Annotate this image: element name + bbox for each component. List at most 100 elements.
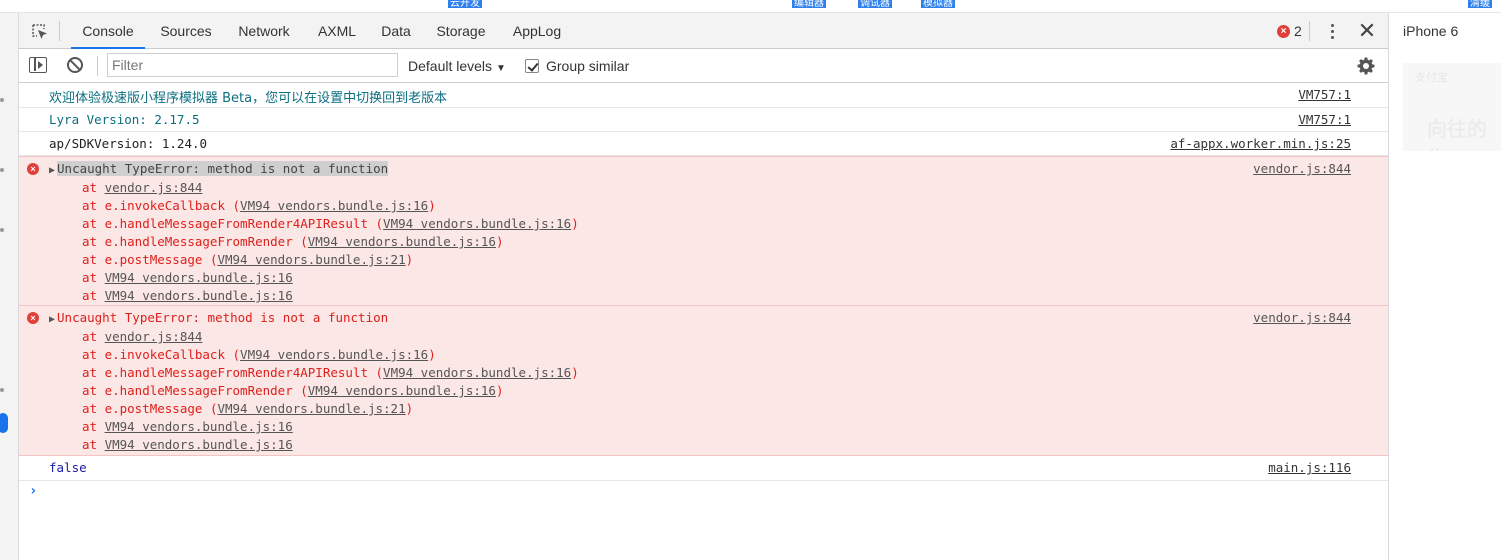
close-icon[interactable]: ✕ xyxy=(1355,19,1379,43)
devtools-tab-bar: Console Sources Network AXML Data Storag… xyxy=(19,13,1388,49)
group-similar-label: Group similar xyxy=(546,58,630,74)
tab-sources[interactable]: Sources xyxy=(155,13,217,49)
gutter-dot xyxy=(0,168,4,172)
stack-line: at e.handleMessageFromRender (VM94 vendo… xyxy=(82,234,504,249)
stack-line: at e.invokeCallback (VM94 vendors.bundle… xyxy=(82,347,436,362)
device-selector[interactable]: iPhone 6 xyxy=(1403,23,1458,39)
preview-title-text: 向往的生 xyxy=(1427,119,1487,151)
devtools-panel: Console Sources Network AXML Data Storag… xyxy=(19,13,1388,560)
gutter-dot xyxy=(0,388,4,392)
log-source-link[interactable]: VM757:1 xyxy=(1298,112,1351,127)
stack-link[interactable]: VM94 vendors.bundle.js:16 xyxy=(105,288,293,303)
log-source-link[interactable]: af-appx.worker.min.js:25 xyxy=(1170,136,1351,151)
error-message: Uncaught TypeError: method is not a func… xyxy=(57,161,389,176)
error-count: 2 xyxy=(1294,23,1302,39)
error-source-link[interactable]: vendor.js:844 xyxy=(1253,161,1351,176)
stack-link[interactable]: VM94 vendors.bundle.js:16 xyxy=(105,437,293,452)
tab-separator xyxy=(1309,21,1310,41)
error-row: × ▶ Uncaught TypeError: method is not a f… xyxy=(19,156,1388,306)
console-toolbar: Default levels▼ Group similar xyxy=(19,49,1388,83)
console-prompt-row[interactable]: › xyxy=(19,481,1388,541)
error-header[interactable]: ▶ Uncaught TypeError: method is not a fun… xyxy=(49,310,388,325)
log-message: 欢迎体验极速版小程序模拟器 Beta，您可以在设置中切换回到老版本 xyxy=(49,91,448,106)
top-tag-debugger[interactable]: 调试器 xyxy=(858,0,892,8)
error-circle-icon: × xyxy=(27,312,39,324)
prompt-chevron-icon: › xyxy=(29,483,38,499)
stack-line: at VM94 vendors.bundle.js:16 xyxy=(82,270,293,285)
top-tag-simulator[interactable]: 模拟器 xyxy=(921,0,955,8)
kebab-menu-icon[interactable] xyxy=(1324,21,1340,41)
stack-link[interactable]: VM94 vendors.bundle.js:21 xyxy=(217,401,405,416)
clear-console-icon[interactable] xyxy=(67,57,83,73)
error-header[interactable]: ▶ Uncaught TypeError: method is not a fun… xyxy=(49,161,389,176)
top-tag-editor[interactable]: 编辑器 xyxy=(792,0,826,8)
error-circle-icon: × xyxy=(27,163,39,175)
stack-line: at e.handleMessageFromRender (VM94 vendo… xyxy=(82,383,504,398)
expand-triangle-icon[interactable]: ▶ xyxy=(49,314,55,325)
simulator-pane: iPhone 6 支付宝 向往的生 xyxy=(1388,13,1501,560)
stack-link[interactable]: VM94 vendors.bundle.js:16 xyxy=(308,383,496,398)
top-strip: 云开发 编辑器 调试器 模拟器 清缓 xyxy=(0,0,1501,13)
console-output: 欢迎体验极速版小程序模拟器 Beta，您可以在设置中切换回到老版本 VM757:… xyxy=(19,83,1388,560)
stack-line: at e.postMessage (VM94 vendors.bundle.js… xyxy=(82,252,414,267)
stack-line: at e.handleMessageFromRender4APIResult (… xyxy=(82,216,579,231)
stack-link[interactable]: vendor.js:844 xyxy=(105,180,203,195)
tab-storage[interactable]: Storage xyxy=(431,13,491,49)
top-tag-cloud[interactable]: 云开发 xyxy=(448,0,482,8)
caret-down-icon: ▼ xyxy=(496,63,506,74)
stack-link[interactable]: VM94 vendors.bundle.js:16 xyxy=(383,216,571,231)
gutter-dot xyxy=(0,98,4,102)
tab-console[interactable]: Console xyxy=(71,13,145,49)
error-source-link[interactable]: vendor.js:844 xyxy=(1253,310,1351,325)
left-gutter xyxy=(0,13,19,560)
error-counter[interactable]: × 2 xyxy=(1277,22,1302,40)
error-message: Uncaught TypeError: method is not a func… xyxy=(57,310,389,325)
stack-link[interactable]: vendor.js:844 xyxy=(105,329,203,344)
toolbar-separator xyxy=(97,56,98,76)
tab-network[interactable]: Network xyxy=(231,13,297,49)
expand-triangle-icon[interactable]: ▶ xyxy=(49,165,55,176)
stack-link[interactable]: VM94 vendors.bundle.js:21 xyxy=(217,252,405,267)
log-row: 欢迎体验极速版小程序模拟器 Beta，您可以在设置中切换回到老版本 VM757:… xyxy=(19,83,1388,108)
stack-line: at e.postMessage (VM94 vendors.bundle.js… xyxy=(82,401,414,416)
stack-link[interactable]: VM94 vendors.bundle.js:16 xyxy=(105,419,293,434)
log-message: false xyxy=(49,460,87,475)
tab-axml[interactable]: AXML xyxy=(313,13,361,49)
tab-separator xyxy=(59,21,60,41)
gutter-badge[interactable] xyxy=(0,413,8,433)
group-similar-toggle[interactable]: Group similar xyxy=(525,49,629,83)
sidebar-toggle-icon[interactable] xyxy=(29,57,47,73)
log-message: ap/SDKVersion: 1.24.0 xyxy=(49,136,208,151)
stack-trace: at vendor.js:844 at e.invokeCallback (VM… xyxy=(82,328,579,454)
log-row: ap/SDKVersion: 1.24.0 af-appx.worker.min… xyxy=(19,132,1388,156)
simulator-preview[interactable]: 支付宝 向往的生 xyxy=(1403,63,1501,151)
tab-data[interactable]: Data xyxy=(377,13,415,49)
stack-link[interactable]: VM94 vendors.bundle.js:16 xyxy=(308,234,496,249)
preview-status-text: 支付宝 xyxy=(1415,72,1448,84)
stack-link[interactable]: VM94 vendors.bundle.js:16 xyxy=(383,365,571,380)
top-tag-clear-cache[interactable]: 清缓 xyxy=(1468,0,1492,8)
log-row: false main.js:116 xyxy=(19,456,1388,481)
group-similar-checkbox[interactable] xyxy=(525,59,539,73)
filter-input[interactable] xyxy=(107,53,398,77)
stack-line: at VM94 vendors.bundle.js:16 xyxy=(82,437,293,452)
stack-line: at e.handleMessageFromRender4APIResult (… xyxy=(82,365,579,380)
stack-trace: at vendor.js:844 at e.invokeCallback (VM… xyxy=(82,179,579,305)
stack-link[interactable]: VM94 vendors.bundle.js:16 xyxy=(240,198,428,213)
stack-line: at VM94 vendors.bundle.js:16 xyxy=(82,288,293,303)
log-levels-dropdown[interactable]: Default levels ▼ xyxy=(408,49,506,83)
log-levels-label: Default levels xyxy=(408,58,493,74)
stack-link[interactable]: VM94 vendors.bundle.js:16 xyxy=(240,347,428,362)
tab-applog[interactable]: AppLog xyxy=(507,13,567,49)
stack-line: at VM94 vendors.bundle.js:16 xyxy=(82,419,293,434)
error-row: × ▶ Uncaught TypeError: method is not a f… xyxy=(19,306,1388,456)
log-source-link[interactable]: main.js:116 xyxy=(1268,460,1351,475)
error-circle-icon: × xyxy=(1277,24,1290,38)
log-message: Lyra Version: 2.17.5 xyxy=(49,112,200,127)
log-row: Lyra Version: 2.17.5 VM757:1 xyxy=(19,108,1388,132)
inspect-element-icon[interactable] xyxy=(29,21,51,43)
stack-line: at e.invokeCallback (VM94 vendors.bundle… xyxy=(82,198,436,213)
gear-icon[interactable] xyxy=(1356,56,1376,76)
log-source-link[interactable]: VM757:1 xyxy=(1298,87,1351,102)
stack-link[interactable]: VM94 vendors.bundle.js:16 xyxy=(105,270,293,285)
